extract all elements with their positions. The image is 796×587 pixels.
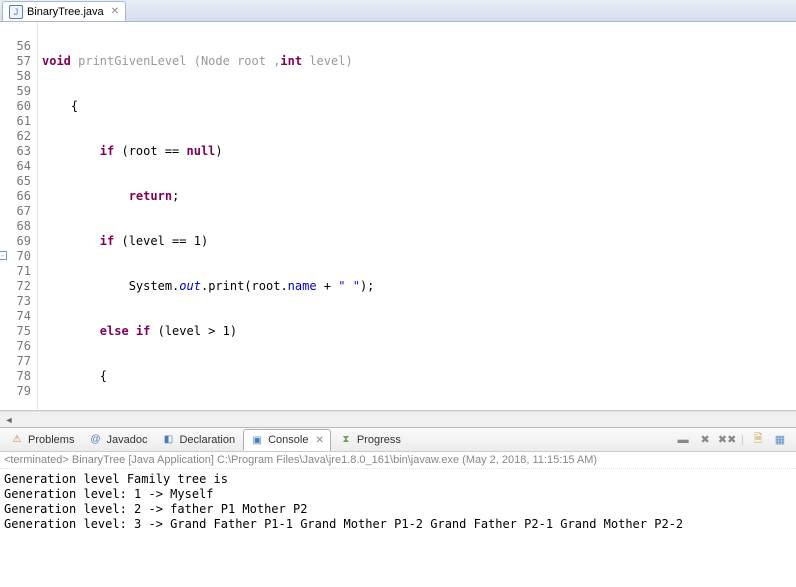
tab-progress[interactable]: ⧗ Progress xyxy=(333,430,407,450)
line-number: 58 xyxy=(0,69,31,84)
line-number: 76 xyxy=(0,339,31,354)
line-number: 74 xyxy=(0,309,31,324)
line-number: 66 xyxy=(0,189,31,204)
line-number: 70- xyxy=(0,249,31,264)
tab-javadoc[interactable]: @ Javadoc xyxy=(82,430,153,450)
line-number: 60 xyxy=(0,99,31,114)
line-number: 68 xyxy=(0,219,31,234)
horizontal-scrollbar[interactable]: ◄ xyxy=(0,411,796,427)
line-number: 64 xyxy=(0,159,31,174)
line-number: 56 xyxy=(0,39,31,54)
scroll-left-icon[interactable]: ◄ xyxy=(2,415,16,425)
tab-label: Console xyxy=(268,434,308,446)
editor-tab[interactable]: J BinaryTree.java ✕ xyxy=(2,1,126,21)
clear-console-icon[interactable]: 🗎 xyxy=(750,432,766,448)
tab-problems[interactable]: ⚠ Problems xyxy=(4,430,80,450)
line-number: 78 xyxy=(0,369,31,384)
line-number: 67 xyxy=(0,204,31,219)
line-number: 62 xyxy=(0,129,31,144)
line-number: 59 xyxy=(0,84,31,99)
console-toolbar: ▬ ✖ ✖✖ | 🗎 ▦ xyxy=(675,432,792,448)
declaration-icon: ◧ xyxy=(161,433,175,447)
close-icon[interactable]: ✕ xyxy=(315,435,323,446)
bottom-panel: ⚠ Problems @ Javadoc ◧ Declaration ▣ Con… xyxy=(0,427,796,587)
line-number: 77 xyxy=(0,354,31,369)
remove-all-icon[interactable]: ✖ xyxy=(697,432,713,448)
pin-console-icon[interactable]: ▦ xyxy=(772,432,788,448)
remove-all-terminated-icon[interactable]: ✖✖ xyxy=(719,432,735,448)
javadoc-icon: @ xyxy=(88,433,102,447)
console-output[interactable]: Generation level Family tree is Generati… xyxy=(0,469,796,587)
line-number: 71 xyxy=(0,264,31,279)
close-icon[interactable]: ✕ xyxy=(111,6,119,17)
fold-minus-icon[interactable]: - xyxy=(0,251,7,260)
launch-status: <terminated> BinaryTree [Java Applicatio… xyxy=(0,452,796,469)
editor-tab-bar: J BinaryTree.java ✕ xyxy=(0,0,796,22)
code-content[interactable]: void printGivenLevel (Node root ,int lev… xyxy=(38,22,796,410)
line-number: 63 xyxy=(0,144,31,159)
line-number: 65 xyxy=(0,174,31,189)
tab-label: Problems xyxy=(28,434,74,446)
line-number: 73 xyxy=(0,294,31,309)
tab-filename: BinaryTree.java xyxy=(27,6,104,18)
tab-label: Declaration xyxy=(179,434,235,446)
tab-console[interactable]: ▣ Console ✕ xyxy=(243,429,331,451)
line-number: 79 xyxy=(0,384,31,399)
line-number: 61 xyxy=(0,114,31,129)
line-number-gutter: 565758596061626364656667686970-717273747… xyxy=(0,22,38,410)
progress-icon: ⧗ xyxy=(339,433,353,447)
view-tab-bar: ⚠ Problems @ Javadoc ◧ Declaration ▣ Con… xyxy=(0,428,796,452)
console-icon: ▣ xyxy=(250,433,264,447)
code-editor[interactable]: 565758596061626364656667686970-717273747… xyxy=(0,22,796,411)
java-file-icon: J xyxy=(9,5,23,19)
tab-label: Progress xyxy=(357,434,401,446)
line-number: 72 xyxy=(0,279,31,294)
line-number: 75 xyxy=(0,324,31,339)
problems-icon: ⚠ xyxy=(10,433,24,447)
remove-launch-icon[interactable]: ▬ xyxy=(675,432,691,448)
tab-declaration[interactable]: ◧ Declaration xyxy=(155,430,241,450)
line-number: 57 xyxy=(0,54,31,69)
tab-label: Javadoc xyxy=(106,434,147,446)
line-number: 69 xyxy=(0,234,31,249)
